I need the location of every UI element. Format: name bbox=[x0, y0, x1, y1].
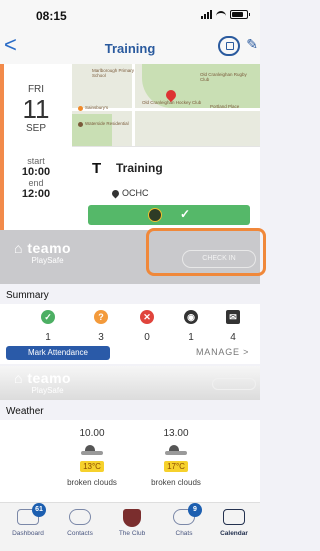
cross-icon: ✕ bbox=[140, 310, 154, 324]
brand-name: teamo bbox=[27, 370, 72, 386]
end-label: end bbox=[28, 178, 44, 188]
map-label: Marlborough Primary School bbox=[92, 68, 135, 78]
event-card: FRI 11 SEP start 10:00 end 12:00 Marlbor… bbox=[0, 64, 260, 230]
stat-unknown[interactable]: ? 3 bbox=[86, 310, 116, 343]
forecast-condition: broken clouds bbox=[67, 478, 117, 487]
chevron-right-icon: > bbox=[243, 347, 250, 357]
stat-value: 1 bbox=[188, 332, 194, 343]
club-crest-icon bbox=[123, 509, 141, 527]
event-location: OCHC bbox=[110, 188, 149, 198]
status-bar: 08:15 bbox=[0, 0, 260, 30]
forecast-item: 13.00 17°C broken clouds bbox=[140, 428, 212, 487]
stat-value: 1 bbox=[45, 332, 51, 343]
envelope-icon: ✉ bbox=[226, 310, 240, 324]
tab-label: Dashboard bbox=[12, 530, 44, 537]
status-time: 08:15 bbox=[36, 9, 67, 23]
map-label: Old Cranleighan Rugby Club bbox=[200, 72, 247, 82]
tab-calendar[interactable]: Calendar bbox=[208, 509, 260, 537]
location-map[interactable]: Marlborough Primary School Old Cranleigh… bbox=[72, 64, 260, 146]
weather-panel: 10.00 13°C broken clouds 13.00 17°C brok… bbox=[0, 420, 260, 502]
check-icon: ✓ bbox=[41, 310, 55, 324]
map-label: Waterside Residential bbox=[85, 121, 129, 126]
divider bbox=[72, 146, 260, 147]
place-icon bbox=[78, 122, 83, 127]
stat-viewed[interactable]: ◉ 1 bbox=[176, 310, 206, 343]
status-icons bbox=[201, 10, 250, 19]
weather-heading: Weather bbox=[6, 406, 44, 417]
stat-attending[interactable]: ✓ 1 bbox=[33, 310, 63, 343]
tab-chats[interactable]: 9 Chats bbox=[158, 503, 210, 537]
chats-badge: 9 bbox=[188, 503, 202, 517]
brand-name: teamo bbox=[27, 240, 72, 256]
forecast-temp: 17°C bbox=[164, 461, 188, 472]
tab-dashboard[interactable]: 61 Dashboard bbox=[2, 503, 54, 537]
teamo-icon: ⌂ bbox=[14, 370, 23, 386]
tab-bar: 61 Dashboard Contacts The Club 9 Chats C… bbox=[0, 502, 260, 551]
contacts-icon bbox=[69, 509, 91, 525]
forecast-time: 13.00 bbox=[163, 428, 189, 439]
event-day: 11 bbox=[22, 94, 50, 124]
tab-the-club[interactable]: The Club bbox=[106, 509, 158, 537]
event-month: SEP bbox=[25, 123, 46, 134]
forecast-temp: 13°C bbox=[80, 461, 104, 472]
dashboard-icon: 61 bbox=[17, 503, 46, 525]
event-date-column: FRI 11 SEP start 10:00 end 12:00 bbox=[4, 64, 68, 200]
tab-contacts[interactable]: Contacts bbox=[54, 509, 106, 537]
dashboard-badge: 61 bbox=[32, 503, 46, 517]
event-title: Training bbox=[116, 161, 163, 175]
banner-button[interactable] bbox=[212, 378, 256, 390]
event-type-letter: T bbox=[92, 160, 102, 177]
teamo-logo: ⌂ teamo PlaySafe bbox=[14, 370, 71, 395]
tab-label: Calendar bbox=[220, 530, 248, 537]
stat-value: 3 bbox=[98, 332, 104, 343]
map-label: Sainsbury's bbox=[85, 105, 109, 110]
nav-bar: < Training ✎ bbox=[0, 30, 260, 64]
calendar-check-icon[interactable] bbox=[218, 36, 240, 56]
chat-bubble-icon: 9 bbox=[173, 503, 202, 525]
stat-value: 0 bbox=[144, 332, 150, 343]
location-pin-icon bbox=[110, 188, 121, 198]
teamo-logo: ⌂ teamo PlaySafe bbox=[14, 240, 71, 265]
check-icon: ✓ bbox=[180, 207, 191, 221]
teamo-icon: ⌂ bbox=[14, 240, 23, 256]
calendar-icon bbox=[223, 509, 245, 525]
shop-icon bbox=[78, 106, 83, 111]
tab-label: Contacts bbox=[67, 530, 93, 537]
map-label: Portland Place bbox=[210, 104, 240, 109]
brand-sub: PlaySafe bbox=[31, 256, 64, 265]
eye-icon: ◉ bbox=[184, 310, 198, 324]
question-icon: ? bbox=[94, 310, 108, 324]
tab-label: Chats bbox=[175, 530, 193, 537]
summary-heading: Summary bbox=[6, 290, 49, 301]
teamo-banner: ⌂ teamo PlaySafe bbox=[0, 366, 260, 400]
manage-link[interactable]: MANAGE > bbox=[196, 347, 249, 357]
event-location-text: OCHC bbox=[122, 188, 149, 198]
stat-not-attending[interactable]: ✕ 0 bbox=[132, 310, 162, 343]
battery-icon bbox=[230, 10, 250, 19]
brand-sub: PlaySafe bbox=[31, 386, 64, 395]
edit-icon[interactable]: ✎ bbox=[246, 36, 258, 53]
signal-icon bbox=[201, 10, 212, 19]
tab-label: The Club bbox=[118, 530, 146, 537]
mark-attendance-button[interactable]: Mark Attendance bbox=[6, 346, 110, 360]
forecast-item: 10.00 13°C broken clouds bbox=[56, 428, 128, 487]
forecast-time: 10.00 bbox=[79, 428, 105, 439]
start-time: 10:00 bbox=[21, 166, 51, 178]
end-time: 12:00 bbox=[21, 188, 51, 200]
stat-value: 4 bbox=[230, 332, 236, 343]
highlight-box bbox=[146, 228, 266, 276]
avatar bbox=[148, 208, 162, 222]
manage-label: MANAGE bbox=[196, 347, 240, 357]
wifi-icon bbox=[216, 10, 226, 19]
stat-messaged[interactable]: ✉ 4 bbox=[218, 310, 248, 343]
attendance-button[interactable]: ✓ bbox=[88, 205, 250, 225]
cloud-icon bbox=[165, 445, 187, 455]
forecast-condition: broken clouds bbox=[151, 478, 201, 487]
cloud-icon bbox=[81, 445, 103, 455]
start-label: start bbox=[27, 156, 45, 166]
